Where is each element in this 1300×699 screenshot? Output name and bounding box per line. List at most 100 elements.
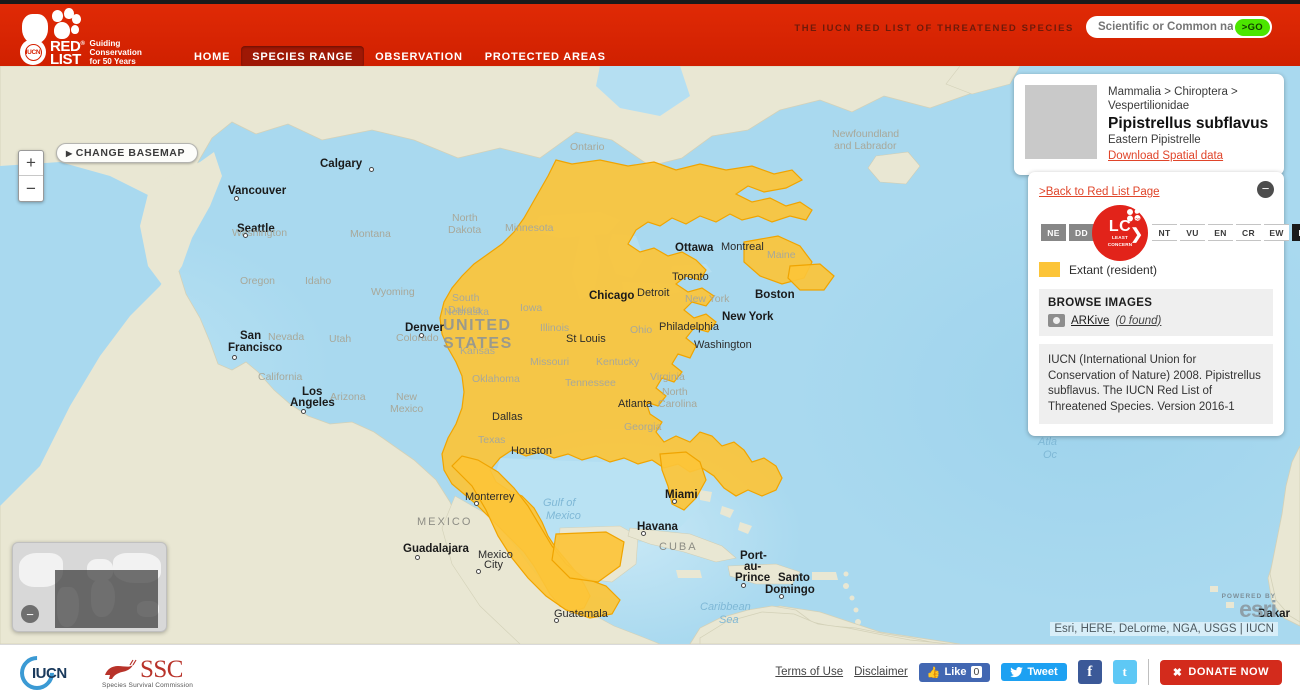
map-label: Newfoundland xyxy=(832,128,900,140)
map-label: Montana xyxy=(350,228,391,240)
map-label: Angeles xyxy=(290,397,335,409)
overview-map[interactable]: − xyxy=(12,542,167,632)
map-label: Boston xyxy=(755,289,795,301)
map-label: Francisco xyxy=(228,342,283,354)
redlist-logo[interactable]: IUCN RED® LIST Guiding Conservation for … xyxy=(14,6,184,66)
antelope-icon xyxy=(105,659,137,679)
map-label: Ottawa xyxy=(675,242,714,254)
map-label: Mexico xyxy=(546,510,581,522)
current-status-badge[interactable]: 50 LC LEAST CONCERN ❯ xyxy=(1092,205,1148,261)
species-scientific-name: Pipistrellus subflavus xyxy=(1108,115,1269,132)
map-label: Philadelphia xyxy=(659,321,719,333)
like-label: Like xyxy=(944,666,967,678)
status-category-row: NE DD NT VU EN CR EW EX xyxy=(1041,224,1300,241)
search-go-button[interactable]: >GO xyxy=(1234,18,1270,36)
change-basemap-button[interactable]: ▶ CHANGE BASEMAP xyxy=(56,143,199,163)
map-label: North xyxy=(662,386,688,398)
status-cat-nt[interactable]: NT xyxy=(1152,224,1177,241)
map-label: Tennessee xyxy=(565,377,616,389)
nav-observation[interactable]: OBSERVATION xyxy=(364,46,474,68)
panel-minimize-button[interactable]: − xyxy=(1257,181,1274,198)
tweet-label: Tweet xyxy=(1027,666,1058,678)
city-dot-icon xyxy=(672,499,677,504)
facebook-icon[interactable]: f xyxy=(1077,660,1102,684)
map-label: New York xyxy=(685,293,730,305)
nav-species-range[interactable]: SPECIES RANGE xyxy=(241,46,365,68)
map-label: North xyxy=(452,212,478,224)
ssc-wordmark: SSC xyxy=(140,656,183,683)
newfoundland-island xyxy=(867,151,921,185)
map-label: Kansas xyxy=(460,345,496,357)
city-dot-icon xyxy=(369,167,374,172)
status-cat-ex[interactable]: EX xyxy=(1292,224,1300,241)
back-to-redlist-link[interactable]: >Back to Red List Page xyxy=(1039,186,1160,198)
status-cat-ne[interactable]: NE xyxy=(1041,224,1066,241)
arkive-image-count[interactable]: (0 found) xyxy=(1115,315,1161,327)
nav-protected-areas[interactable]: PROTECTED AREAS xyxy=(474,46,617,68)
ssc-subtitle: Species Survival Commission xyxy=(102,682,194,689)
twitter-icon[interactable]: t xyxy=(1112,660,1137,684)
city-dot-icon xyxy=(234,196,239,201)
map-label: Miami xyxy=(665,489,698,501)
map-label: Utah xyxy=(329,333,352,345)
iucn-logo[interactable]: IUCN xyxy=(12,648,78,698)
city-dot-icon xyxy=(419,333,424,338)
overview-extent-box[interactable] xyxy=(55,570,158,628)
map-zoom-controls[interactable]: + − xyxy=(18,150,44,202)
map-label: Atlanta xyxy=(618,398,653,410)
map-label: Guadalajara xyxy=(403,543,469,555)
disclaimer-link[interactable]: Disclaimer xyxy=(854,666,908,678)
city-dot-icon xyxy=(232,355,237,360)
map-label: and Labrador xyxy=(834,140,897,152)
status-cat-dd[interactable]: DD xyxy=(1069,224,1094,241)
twitter-glyph: t xyxy=(1122,664,1127,679)
download-spatial-data-link[interactable]: Download Spatial data xyxy=(1108,150,1223,162)
map-label: Toronto xyxy=(672,271,709,283)
map-attribution: Esri, HERE, DeLorme, NGA, USGS | IUCN xyxy=(1050,622,1278,636)
map-label: Georgia xyxy=(624,421,662,433)
site-tagline: THE IUCN RED LIST OF THREATENED SPECIES xyxy=(794,23,1074,34)
conservation-status-bar: NE DD NT VU EN CR EW EX 50 LC LEAST CONC… xyxy=(1039,205,1300,261)
search-input[interactable] xyxy=(1096,20,1235,34)
status-cat-ew[interactable]: EW xyxy=(1264,224,1289,241)
city-dot-icon xyxy=(779,594,784,599)
map-label: Chicago xyxy=(589,290,635,302)
species-thumbnail xyxy=(1025,85,1097,159)
change-basemap-label: CHANGE BASEMAP xyxy=(75,147,186,159)
twitter-tweet-button[interactable]: Tweet xyxy=(1001,663,1067,681)
facebook-like-button[interactable]: 👍 Like 0 xyxy=(918,662,991,682)
map-label: Arizona xyxy=(330,391,366,403)
status-cat-vu[interactable]: VU xyxy=(1180,224,1205,241)
search-box[interactable]: >GO xyxy=(1086,16,1272,38)
overview-minimize-button[interactable]: − xyxy=(21,605,39,623)
map-label: Calgary xyxy=(320,158,363,170)
map-label: Virginia xyxy=(650,371,685,383)
map-label: Washington xyxy=(232,227,288,239)
zoom-out-button[interactable]: − xyxy=(19,176,43,201)
terms-of-use-link[interactable]: Terms of Use xyxy=(775,666,843,678)
species-taxonomy: Mammalia > Chiroptera > Vespertilionidae xyxy=(1108,86,1238,112)
iucn-wordmark: IUCN xyxy=(32,665,67,682)
map-label: Ontario xyxy=(570,141,605,153)
map-label: Oc xyxy=(1043,449,1058,461)
esri-branding: POWERED BY esri xyxy=(1222,593,1277,621)
iucn-circle-icon: IUCN xyxy=(20,39,46,65)
map-label: Gulf of xyxy=(543,497,576,509)
map-label: UNITED xyxy=(443,317,512,334)
city-dot-icon xyxy=(415,555,420,560)
city-dot-icon xyxy=(476,569,481,574)
status-cat-cr[interactable]: CR xyxy=(1236,224,1261,241)
nav-home[interactable]: HOME xyxy=(183,46,241,68)
status-cat-en[interactable]: EN xyxy=(1208,224,1233,241)
donate-now-button[interactable]: ✖ DONATE NOW xyxy=(1159,659,1282,685)
map-label: Iowa xyxy=(520,302,543,314)
zoom-in-button[interactable]: + xyxy=(19,151,43,176)
map-label: Sea xyxy=(719,614,739,626)
bahamas-islands xyxy=(700,490,752,534)
map-label: Santo xyxy=(778,572,810,584)
map-label: Dakota xyxy=(448,224,482,236)
map-label: City xyxy=(484,559,503,571)
map-label: Detroit xyxy=(637,287,670,299)
ssc-logo[interactable]: SSC Species Survival Commission xyxy=(88,655,238,691)
arkive-link[interactable]: ARKive xyxy=(1071,315,1109,327)
